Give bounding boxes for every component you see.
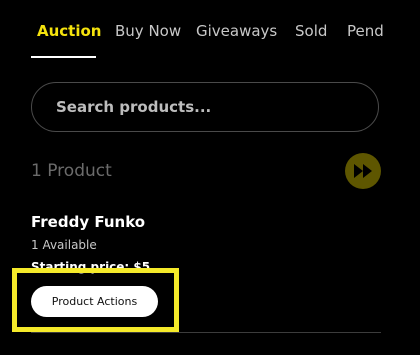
- tab-bar: Auction Buy Now Giveaways Sold Pend: [0, 0, 420, 60]
- search-input[interactable]: [56, 83, 356, 131]
- product-count: 1 Product: [31, 161, 112, 181]
- divider: [31, 332, 381, 333]
- tab-auction[interactable]: Auction: [37, 21, 101, 41]
- search-box[interactable]: [31, 82, 379, 132]
- product-name: Freddy Funko: [31, 213, 146, 231]
- active-tab-indicator: [31, 56, 96, 58]
- product-actions-button[interactable]: Product Actions: [31, 286, 158, 317]
- product-availability: 1 Available: [31, 238, 97, 252]
- fast-forward-button[interactable]: [345, 153, 381, 189]
- app-root: Auction Buy Now Giveaways Sold Pend 1 Pr…: [0, 0, 420, 355]
- tab-sold[interactable]: Sold: [295, 21, 327, 41]
- tab-buy-now[interactable]: Buy Now: [115, 21, 181, 41]
- tab-giveaways[interactable]: Giveaways: [196, 21, 277, 41]
- tab-pending[interactable]: Pend: [347, 21, 384, 41]
- fast-forward-icon: [354, 164, 372, 178]
